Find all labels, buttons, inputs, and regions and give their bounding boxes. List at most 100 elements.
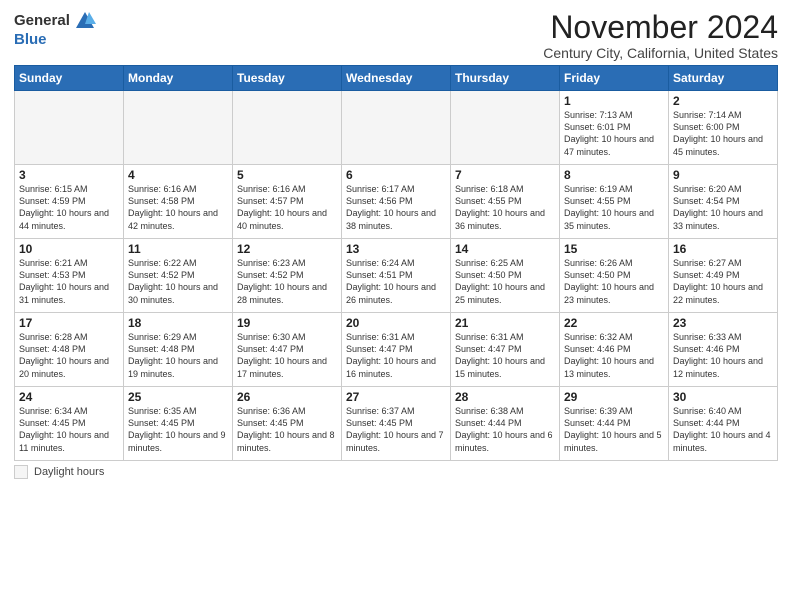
month-title: November 2024: [543, 10, 778, 45]
calendar-cell: 21Sunrise: 6:31 AM Sunset: 4:47 PM Dayli…: [451, 313, 560, 387]
day-number: 5: [237, 168, 337, 182]
calendar-cell: 4Sunrise: 6:16 AM Sunset: 4:58 PM Daylig…: [124, 165, 233, 239]
day-info: Sunrise: 6:24 AM Sunset: 4:51 PM Dayligh…: [346, 257, 446, 306]
day-info: Sunrise: 6:27 AM Sunset: 4:49 PM Dayligh…: [673, 257, 773, 306]
calendar-week-row: 10Sunrise: 6:21 AM Sunset: 4:53 PM Dayli…: [15, 239, 778, 313]
day-info: Sunrise: 6:38 AM Sunset: 4:44 PM Dayligh…: [455, 405, 555, 454]
day-number: 7: [455, 168, 555, 182]
day-number: 4: [128, 168, 228, 182]
day-number: 18: [128, 316, 228, 330]
day-info: Sunrise: 6:36 AM Sunset: 4:45 PM Dayligh…: [237, 405, 337, 454]
logo-blue-text: Blue: [14, 32, 96, 49]
calendar-cell: 29Sunrise: 6:39 AM Sunset: 4:44 PM Dayli…: [560, 387, 669, 461]
day-info: Sunrise: 6:31 AM Sunset: 4:47 PM Dayligh…: [346, 331, 446, 380]
calendar-cell: 18Sunrise: 6:29 AM Sunset: 4:48 PM Dayli…: [124, 313, 233, 387]
day-number: 10: [19, 242, 119, 256]
day-info: Sunrise: 6:29 AM Sunset: 4:48 PM Dayligh…: [128, 331, 228, 380]
day-number: 1: [564, 94, 664, 108]
calendar-cell: 5Sunrise: 6:16 AM Sunset: 4:57 PM Daylig…: [233, 165, 342, 239]
calendar-cell: 3Sunrise: 6:15 AM Sunset: 4:59 PM Daylig…: [15, 165, 124, 239]
legend-label: Daylight hours: [34, 466, 104, 478]
day-number: 3: [19, 168, 119, 182]
day-number: 8: [564, 168, 664, 182]
legend-box: [14, 465, 28, 479]
page-container: General Blue November 2024 Century City,…: [0, 0, 792, 487]
day-number: 6: [346, 168, 446, 182]
day-number: 23: [673, 316, 773, 330]
day-number: 17: [19, 316, 119, 330]
calendar-cell: 12Sunrise: 6:23 AM Sunset: 4:52 PM Dayli…: [233, 239, 342, 313]
day-number: 27: [346, 390, 446, 404]
logo: General Blue: [14, 10, 96, 49]
calendar-dow-sunday: Sunday: [15, 66, 124, 91]
calendar-cell: 2Sunrise: 7:14 AM Sunset: 6:00 PM Daylig…: [669, 91, 778, 165]
calendar-week-row: 3Sunrise: 6:15 AM Sunset: 4:59 PM Daylig…: [15, 165, 778, 239]
calendar-cell: 17Sunrise: 6:28 AM Sunset: 4:48 PM Dayli…: [15, 313, 124, 387]
calendar-cell: 15Sunrise: 6:26 AM Sunset: 4:50 PM Dayli…: [560, 239, 669, 313]
day-info: Sunrise: 6:37 AM Sunset: 4:45 PM Dayligh…: [346, 405, 446, 454]
calendar-cell: 8Sunrise: 6:19 AM Sunset: 4:55 PM Daylig…: [560, 165, 669, 239]
calendar-cell: 9Sunrise: 6:20 AM Sunset: 4:54 PM Daylig…: [669, 165, 778, 239]
calendar-cell: 11Sunrise: 6:22 AM Sunset: 4:52 PM Dayli…: [124, 239, 233, 313]
calendar-dow-wednesday: Wednesday: [342, 66, 451, 91]
calendar-cell: 6Sunrise: 6:17 AM Sunset: 4:56 PM Daylig…: [342, 165, 451, 239]
day-info: Sunrise: 6:17 AM Sunset: 4:56 PM Dayligh…: [346, 183, 446, 232]
calendar-header-row: SundayMondayTuesdayWednesdayThursdayFrid…: [15, 66, 778, 91]
day-info: Sunrise: 6:16 AM Sunset: 4:57 PM Dayligh…: [237, 183, 337, 232]
calendar-cell: 20Sunrise: 6:31 AM Sunset: 4:47 PM Dayli…: [342, 313, 451, 387]
day-info: Sunrise: 6:25 AM Sunset: 4:50 PM Dayligh…: [455, 257, 555, 306]
day-number: 19: [237, 316, 337, 330]
calendar-cell: 7Sunrise: 6:18 AM Sunset: 4:55 PM Daylig…: [451, 165, 560, 239]
day-number: 9: [673, 168, 773, 182]
day-info: Sunrise: 6:26 AM Sunset: 4:50 PM Dayligh…: [564, 257, 664, 306]
day-number: 20: [346, 316, 446, 330]
logo-icon: [74, 10, 96, 32]
day-number: 14: [455, 242, 555, 256]
day-info: Sunrise: 6:19 AM Sunset: 4:55 PM Dayligh…: [564, 183, 664, 232]
calendar-dow-friday: Friday: [560, 66, 669, 91]
calendar-week-row: 1Sunrise: 7:13 AM Sunset: 6:01 PM Daylig…: [15, 91, 778, 165]
day-info: Sunrise: 6:33 AM Sunset: 4:46 PM Dayligh…: [673, 331, 773, 380]
day-number: 28: [455, 390, 555, 404]
day-number: 24: [19, 390, 119, 404]
day-number: 11: [128, 242, 228, 256]
calendar-cell: [451, 91, 560, 165]
day-info: Sunrise: 6:39 AM Sunset: 4:44 PM Dayligh…: [564, 405, 664, 454]
calendar-week-row: 17Sunrise: 6:28 AM Sunset: 4:48 PM Dayli…: [15, 313, 778, 387]
calendar-cell: 26Sunrise: 6:36 AM Sunset: 4:45 PM Dayli…: [233, 387, 342, 461]
calendar-dow-saturday: Saturday: [669, 66, 778, 91]
calendar-cell: 14Sunrise: 6:25 AM Sunset: 4:50 PM Dayli…: [451, 239, 560, 313]
day-number: 22: [564, 316, 664, 330]
calendar-week-row: 24Sunrise: 6:34 AM Sunset: 4:45 PM Dayli…: [15, 387, 778, 461]
day-number: 15: [564, 242, 664, 256]
calendar-cell: 1Sunrise: 7:13 AM Sunset: 6:01 PM Daylig…: [560, 91, 669, 165]
calendar-table: SundayMondayTuesdayWednesdayThursdayFrid…: [14, 65, 778, 461]
day-info: Sunrise: 6:35 AM Sunset: 4:45 PM Dayligh…: [128, 405, 228, 454]
calendar-cell: [233, 91, 342, 165]
calendar-cell: 24Sunrise: 6:34 AM Sunset: 4:45 PM Dayli…: [15, 387, 124, 461]
day-number: 16: [673, 242, 773, 256]
calendar-cell: [124, 91, 233, 165]
header: General Blue November 2024 Century City,…: [14, 10, 778, 61]
day-info: Sunrise: 6:16 AM Sunset: 4:58 PM Dayligh…: [128, 183, 228, 232]
day-info: Sunrise: 6:21 AM Sunset: 4:53 PM Dayligh…: [19, 257, 119, 306]
subtitle: Century City, California, United States: [543, 45, 778, 61]
title-block: November 2024 Century City, California, …: [543, 10, 778, 61]
day-info: Sunrise: 6:40 AM Sunset: 4:44 PM Dayligh…: [673, 405, 773, 454]
day-info: Sunrise: 6:20 AM Sunset: 4:54 PM Dayligh…: [673, 183, 773, 232]
day-info: Sunrise: 6:30 AM Sunset: 4:47 PM Dayligh…: [237, 331, 337, 380]
day-info: Sunrise: 7:13 AM Sunset: 6:01 PM Dayligh…: [564, 109, 664, 158]
calendar-cell: 28Sunrise: 6:38 AM Sunset: 4:44 PM Dayli…: [451, 387, 560, 461]
calendar-dow-tuesday: Tuesday: [233, 66, 342, 91]
calendar-cell: [15, 91, 124, 165]
day-info: Sunrise: 6:32 AM Sunset: 4:46 PM Dayligh…: [564, 331, 664, 380]
day-info: Sunrise: 6:28 AM Sunset: 4:48 PM Dayligh…: [19, 331, 119, 380]
calendar-cell: 16Sunrise: 6:27 AM Sunset: 4:49 PM Dayli…: [669, 239, 778, 313]
day-number: 29: [564, 390, 664, 404]
day-number: 13: [346, 242, 446, 256]
calendar-cell: 30Sunrise: 6:40 AM Sunset: 4:44 PM Dayli…: [669, 387, 778, 461]
day-number: 30: [673, 390, 773, 404]
logo-general-text: General: [14, 13, 70, 30]
day-info: Sunrise: 6:18 AM Sunset: 4:55 PM Dayligh…: [455, 183, 555, 232]
day-number: 2: [673, 94, 773, 108]
